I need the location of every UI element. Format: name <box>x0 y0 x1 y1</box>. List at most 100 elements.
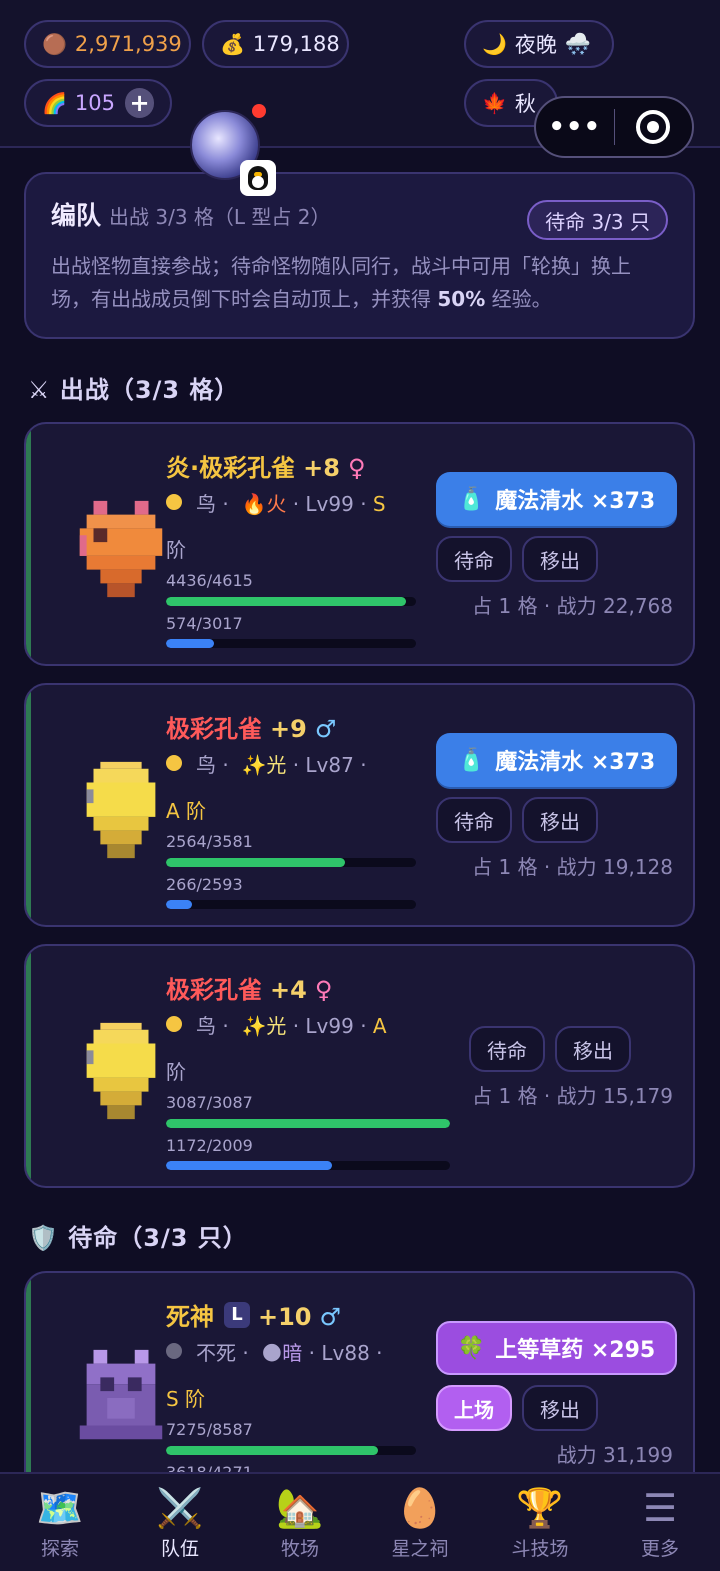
xp-bar <box>166 1161 450 1170</box>
monster-name: 死神 L +10 ♂ <box>166 1302 342 1331</box>
standby-monster-card[interactable]: 死神L+10♂ 不死 · 🌑暗 · Lv88 · S 阶 7275/8587 3… <box>24 1271 695 1501</box>
gray-dot-icon <box>166 1342 182 1359</box>
monster-card[interactable]: 极彩孔雀 +4 ♀ 鸟 · ✨光 · Lv99 · A 阶 3087/3087 11… <box>24 944 695 1188</box>
remove-button[interactable]: 移出 <box>522 536 598 582</box>
time-of-day: 🌙 夜晚 🌨️ <box>464 20 614 68</box>
use-item-button[interactable]: 🍀 上等草药 ×295 <box>436 1321 677 1375</box>
dark-moon-icon: 🌑 <box>261 1341 283 1365</box>
egg-icon: 🥚 <box>396 1486 444 1530</box>
monster-card[interactable]: 极彩孔雀 +9 ♂ 鸟 · ✨光 · Lv87 · A 阶 2564/3581 26… <box>24 683 695 927</box>
standby-button[interactable]: 待命 <box>469 1026 545 1072</box>
flame-peacock-sprite <box>79 500 163 598</box>
remove-button[interactable]: 移出 <box>522 1385 598 1431</box>
crescent-moon-icon: 🌙 <box>482 32 507 56</box>
xp-bar <box>166 900 416 909</box>
qq-penguin-icon <box>240 160 276 196</box>
money-bag-icon: 💰 <box>220 32 245 56</box>
potion-bottle-icon: 🧴 <box>457 747 486 773</box>
light-peacock-sprite <box>86 761 156 859</box>
close-miniprogram-button[interactable] <box>615 110 693 144</box>
monster-meta: 鸟 · 🔥火 · Lv99 · S <box>166 488 386 517</box>
power-label: 占 1 格 · 战力 15,179 <box>472 1084 673 1108</box>
hp-label: 2564/3581 <box>166 832 253 851</box>
coin-value: 2,971,939 <box>74 32 182 56</box>
team-description: 出战怪物直接参战；待命怪物随队同行，战斗中可用「轮换」换上场，有出战成员倒下时会… <box>51 254 631 311</box>
monster-meta: 鸟 · ✨光 · Lv87 · <box>166 749 367 778</box>
use-item-button[interactable]: 🧴 魔法清水 ×373 <box>436 472 677 526</box>
remove-button[interactable]: 移出 <box>522 797 598 843</box>
hp-bar <box>166 597 416 606</box>
more-options-button[interactable]: ••• <box>536 112 614 142</box>
tab-more[interactable]: ☰ 更多 <box>600 1474 720 1571</box>
bronze-coin-icon: 🟤 <box>42 32 67 56</box>
yellow-dot-icon <box>166 754 182 771</box>
monster-name: 炎·极彩孔雀 +8 ♀ <box>166 454 366 482</box>
team-title: 编队 <box>51 201 102 230</box>
hp-bar <box>166 1446 416 1455</box>
maple-leaf-icon: 🍁 <box>482 91 507 115</box>
light-peacock-sprite <box>86 1022 156 1120</box>
season-label: 秋 <box>514 92 536 116</box>
potion-bottle-icon: 🧴 <box>457 486 486 512</box>
power-label: 战力 31,199 <box>556 1443 673 1467</box>
hp-bar <box>166 858 416 867</box>
tab-explore[interactable]: 🗺️ 探索 <box>0 1474 120 1571</box>
use-item-button[interactable]: 🧴 魔法清水 ×373 <box>436 733 677 787</box>
tab-team[interactable]: ⚔️ 队伍 <box>120 1474 240 1571</box>
ranch-house-icon: 🏡 <box>276 1486 324 1530</box>
tab-arena[interactable]: 🏆 斗技场 <box>480 1474 600 1571</box>
power-label: 占 1 格 · 战力 19,128 <box>472 855 673 879</box>
yellow-dot-icon <box>166 493 182 510</box>
hp-bar <box>166 1119 450 1128</box>
tab-shrine[interactable]: 🥚 星之祠 <box>360 1474 480 1571</box>
monster-rank: A 阶 <box>166 799 207 823</box>
notification-dot <box>252 104 266 118</box>
rainbow-value: 105 <box>74 91 115 115</box>
hp-label: 7275/8587 <box>166 1420 253 1439</box>
standby-section-title: 🛡️ 待命（3/3 只） <box>28 1224 248 1252</box>
rainbow-icon: 🌈 <box>42 91 67 115</box>
target-icon <box>636 110 671 144</box>
monster-name: 极彩孔雀 +4 ♀ <box>166 976 333 1004</box>
monster-meta: 鸟 · ✨光 · Lv99 · A <box>166 1010 387 1039</box>
l-shape-badge: L <box>224 1302 250 1328</box>
bottom-nav: 🗺️ 探索 ⚔️ 队伍 🏡 牧场 🥚 星之祠 🏆 斗技场 ☰ 更多 <box>0 1472 720 1571</box>
standby-button[interactable]: 待命 <box>436 536 512 582</box>
trophy-icon: 🏆 <box>516 1486 564 1530</box>
xp-label: 1172/2009 <box>166 1136 253 1155</box>
money-value: 179,188 <box>252 32 340 56</box>
coin-balance: 🟤 2,971,939 <box>24 20 191 68</box>
hp-label: 4436/4615 <box>166 571 253 590</box>
four-leaf-clover-icon: 🍀 <box>457 1335 486 1361</box>
fire-icon: 🔥 <box>241 492 267 516</box>
monster-rank: S 阶 <box>166 1387 206 1411</box>
add-rainbow-button[interactable]: + <box>125 88 154 118</box>
hp-label: 3087/3087 <box>166 1093 253 1112</box>
sparkle-icon: ✨ <box>241 1014 267 1038</box>
standby-button[interactable]: 待命 <box>436 797 512 843</box>
xp-label: 266/2593 <box>166 875 243 894</box>
xp-bar <box>166 639 416 648</box>
shield-icon: 🛡️ <box>28 1224 59 1252</box>
monster-rank: 阶 <box>166 1060 186 1084</box>
money-balance: 💰 179,188 <box>202 20 349 68</box>
enter-battle-button[interactable]: 上场 <box>436 1385 512 1431</box>
battle-section-title: ⚔ 出战（3/3 格） <box>28 376 240 404</box>
monster-rank: 阶 <box>166 538 186 562</box>
miniprogram-capsule: ••• <box>534 96 694 158</box>
monster-meta: 不死 · 🌑暗 · Lv88 · <box>166 1337 383 1366</box>
menu-icon: ☰ <box>642 1486 678 1530</box>
rainbow-balance: 🌈 105 + <box>24 79 172 127</box>
remove-button[interactable]: 移出 <box>555 1026 631 1072</box>
monster-card[interactable]: 炎·极彩孔雀 +8 ♀ 鸟 · 🔥火 · Lv99 · S 阶 4436/4615 … <box>24 422 695 666</box>
monster-name: 极彩孔雀 +9 ♂ <box>166 715 337 743</box>
crossed-swords-icon: ⚔️ <box>156 1486 204 1530</box>
team-info-card: 编队 出战 3/3 格（L 型占 2） 待命 3/3 只 出战怪物直接参战；待命怪… <box>24 172 695 339</box>
xp-label: 574/3017 <box>166 614 243 633</box>
reaper-sprite <box>79 1349 163 1440</box>
snow-cloud-icon: 🌨️ <box>564 31 592 56</box>
standby-count-badge: 待命 3/3 只 <box>527 200 668 240</box>
map-icon: 🗺️ <box>36 1486 84 1530</box>
power-label: 占 1 格 · 战力 22,768 <box>472 594 673 618</box>
tab-ranch[interactable]: 🏡 牧场 <box>240 1474 360 1571</box>
